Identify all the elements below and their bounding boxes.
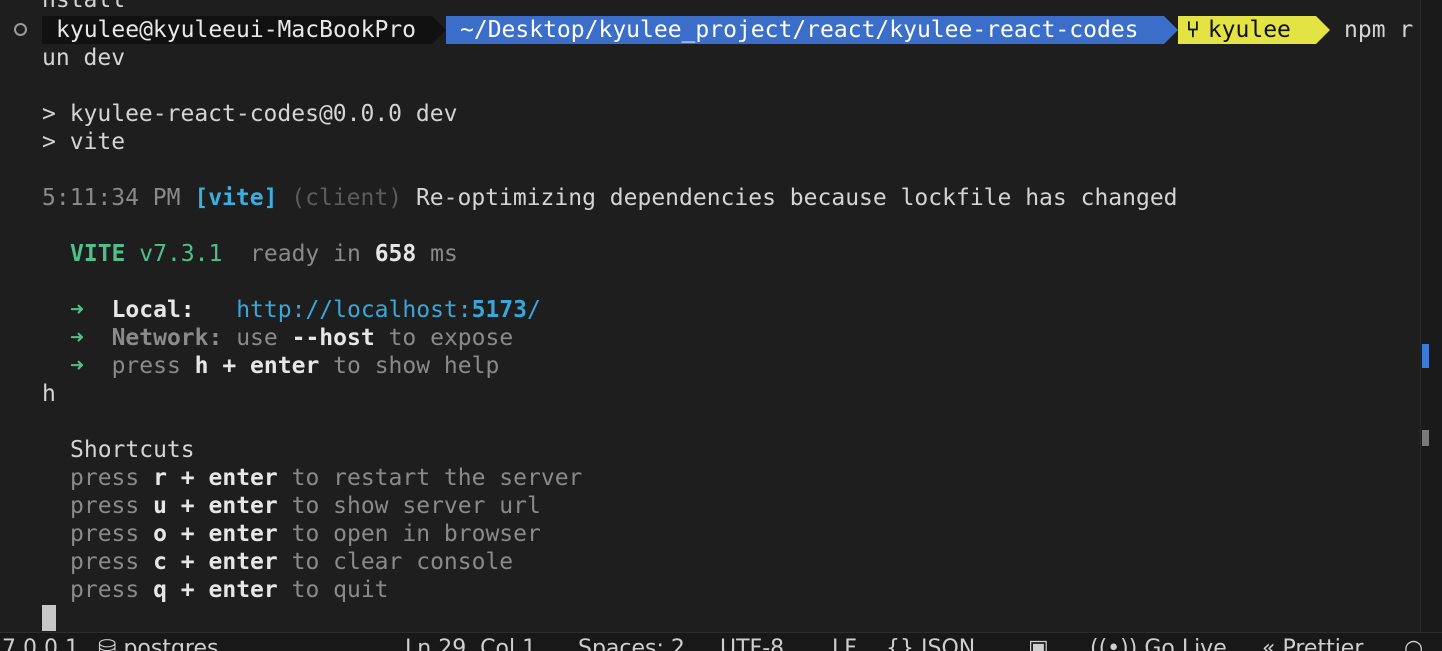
status-prettier[interactable]: « Prettier	[1262, 637, 1363, 651]
previous-output-line: nstall	[42, 0, 126, 13]
copilot-icon[interactable]: ▣	[1028, 637, 1049, 651]
command-text: npm r	[1344, 17, 1414, 43]
ready-ms-unit: ms	[430, 241, 458, 267]
status-position[interactable]: Ln 29, Col 1	[405, 637, 536, 651]
vite-ready-line: VITE v7.3.1 ready in 658 ms	[70, 240, 458, 268]
shortcut-line: press u + enter to show server url	[70, 493, 541, 519]
arrow-icon: ➜	[70, 325, 84, 351]
vite-log-line: 5:11:34 PM [vite] (client) Re-optimizing…	[42, 184, 1178, 212]
shortcuts-title: Shortcuts	[70, 437, 195, 463]
status-spaces[interactable]: Spaces: 2	[578, 637, 685, 651]
help-press: press	[111, 353, 181, 379]
powerline-separator	[1164, 16, 1178, 44]
log-scope: (client)	[291, 185, 403, 211]
network-label: Network:	[111, 325, 223, 351]
terminal-cursor[interactable]	[42, 605, 56, 631]
status-language[interactable]: {} JSON	[886, 637, 975, 651]
log-timestamp: 5:11:34 PM	[42, 185, 181, 211]
prompt-host-segment: kyulee@kyuleeui-MacBookPro	[42, 16, 432, 44]
prompt-host-label: kyulee@kyuleeui-MacBookPro	[56, 17, 417, 43]
status-version[interactable]: 7.0.0.1	[2, 637, 79, 651]
terminal-panel[interactable]: nstall kyulee@kyuleeui-MacBookPro ~/Desk…	[0, 0, 1418, 632]
git-branch-icon: ⑂	[1186, 17, 1200, 43]
npm-script-line: > vite	[42, 129, 126, 155]
prompt-path-segment: ~/Desktop/kyulee_project/react/kyulee-re…	[446, 16, 1164, 44]
status-eol[interactable]: LF	[832, 637, 857, 651]
status-bar: 7.0.0.1 ⛁ postgres Ln 29, Col 1 Spaces: …	[0, 632, 1442, 651]
database-icon: ⛁	[98, 636, 117, 651]
ready-ms-value: 658	[374, 241, 417, 267]
powerline-separator	[1316, 16, 1330, 44]
local-url-line: ➜ Local: http://localhost:5173/	[70, 296, 541, 324]
help-keys: h + enter	[194, 353, 320, 379]
powerline-separator	[432, 16, 446, 44]
status-encoding[interactable]: UTF-8	[720, 637, 784, 651]
network-line: ➜ Network: use --host to expose	[70, 324, 513, 352]
local-label: Local:	[111, 297, 195, 323]
network-use: use	[236, 325, 278, 351]
prompt-branch-label: kyulee	[1207, 17, 1291, 43]
status-golive[interactable]: ((•)) Go Live	[1090, 637, 1227, 651]
help-tail: to show help	[333, 353, 500, 379]
local-url-link[interactable]: http://localhost:5173/	[236, 297, 541, 323]
status-db[interactable]: ⛁ postgres	[98, 637, 218, 651]
arrow-icon: ➜	[70, 297, 84, 323]
log-message: Re-optimizing dependencies because lockf…	[415, 185, 1178, 211]
prompt-status-icon	[14, 23, 27, 36]
vite-name: VITE	[70, 241, 126, 267]
log-tag: [vite]	[194, 185, 278, 211]
ready-in-label: ready in	[250, 241, 361, 267]
scrollbar-marker	[1422, 344, 1429, 368]
prompt-git-segment: ⑂ kyulee	[1178, 16, 1316, 44]
broadcast-icon: ((•))	[1090, 636, 1138, 651]
scrollbar-thumb[interactable]	[1422, 430, 1429, 446]
notification-bell-icon[interactable]: ○	[1404, 637, 1423, 651]
vite-version: v7.3.1	[139, 241, 223, 267]
shortcut-line: press r + enter to restart the server	[70, 465, 583, 491]
double-check-icon: «	[1262, 636, 1276, 651]
network-tail: to expose	[388, 325, 514, 351]
typed-input-line: h	[42, 381, 56, 407]
shortcut-line: press o + enter to open in browser	[70, 521, 541, 547]
terminal-scrollbar[interactable]	[1420, 0, 1442, 632]
command-text-wrap: un dev	[42, 45, 126, 71]
help-line: ➜ press h + enter to show help	[70, 352, 499, 380]
npm-script-line: > kyulee-react-codes@0.0.0 dev	[42, 101, 458, 127]
shortcut-line: press c + enter to clear console	[70, 549, 514, 575]
shortcut-line: press q + enter to quit	[70, 577, 389, 603]
network-flag: --host	[291, 325, 375, 351]
arrow-icon: ➜	[70, 353, 84, 379]
prompt-path-label: ~/Desktop/kyulee_project/react/kyulee-re…	[460, 17, 1139, 43]
